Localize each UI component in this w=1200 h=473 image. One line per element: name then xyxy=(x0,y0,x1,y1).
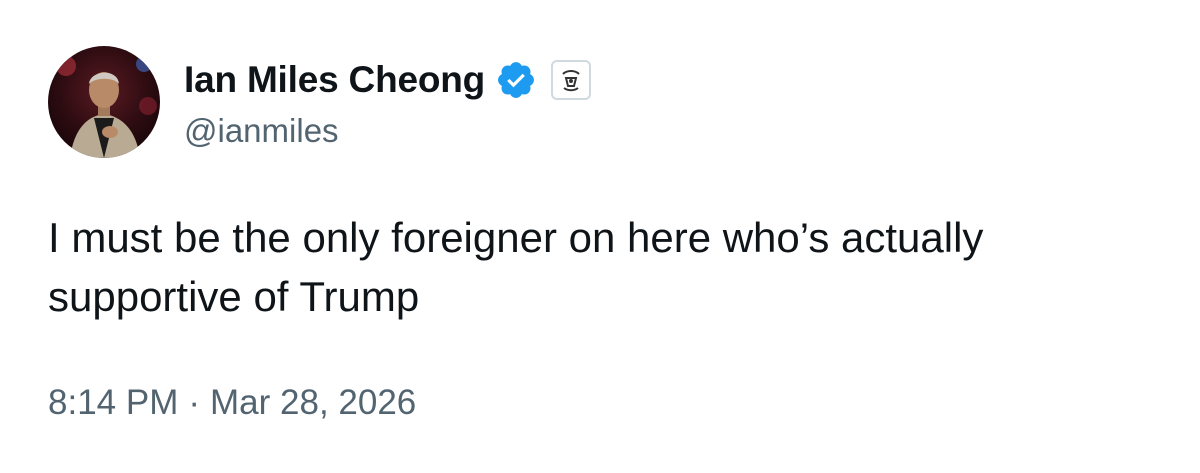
tweet-header: Ian Miles Cheong @ianmiles xyxy=(48,46,592,158)
display-name[interactable]: Ian Miles Cheong xyxy=(184,59,485,101)
author-identity: Ian Miles Cheong @ianmiles xyxy=(184,54,592,150)
tweet-timestamp: 8:14 PM · Mar 28, 2026 xyxy=(48,383,416,423)
avatar[interactable] xyxy=(48,46,160,158)
tweet-card: Ian Miles Cheong @ianmiles I must be the… xyxy=(0,0,1200,473)
name-row: Ian Miles Cheong xyxy=(184,54,592,106)
blue-verified-badge-icon[interactable] xyxy=(495,59,537,101)
tweet-text: I must be the only foreigner on here who… xyxy=(48,214,984,320)
meta-separator: · xyxy=(188,383,201,422)
affiliate-badge-icon[interactable] xyxy=(551,60,592,100)
tweet-date[interactable]: Mar 28, 2026 xyxy=(210,383,416,423)
avatar-image xyxy=(48,46,160,158)
tweet-time[interactable]: 8:14 PM xyxy=(48,383,178,423)
author-handle[interactable]: @ianmiles xyxy=(184,112,591,150)
